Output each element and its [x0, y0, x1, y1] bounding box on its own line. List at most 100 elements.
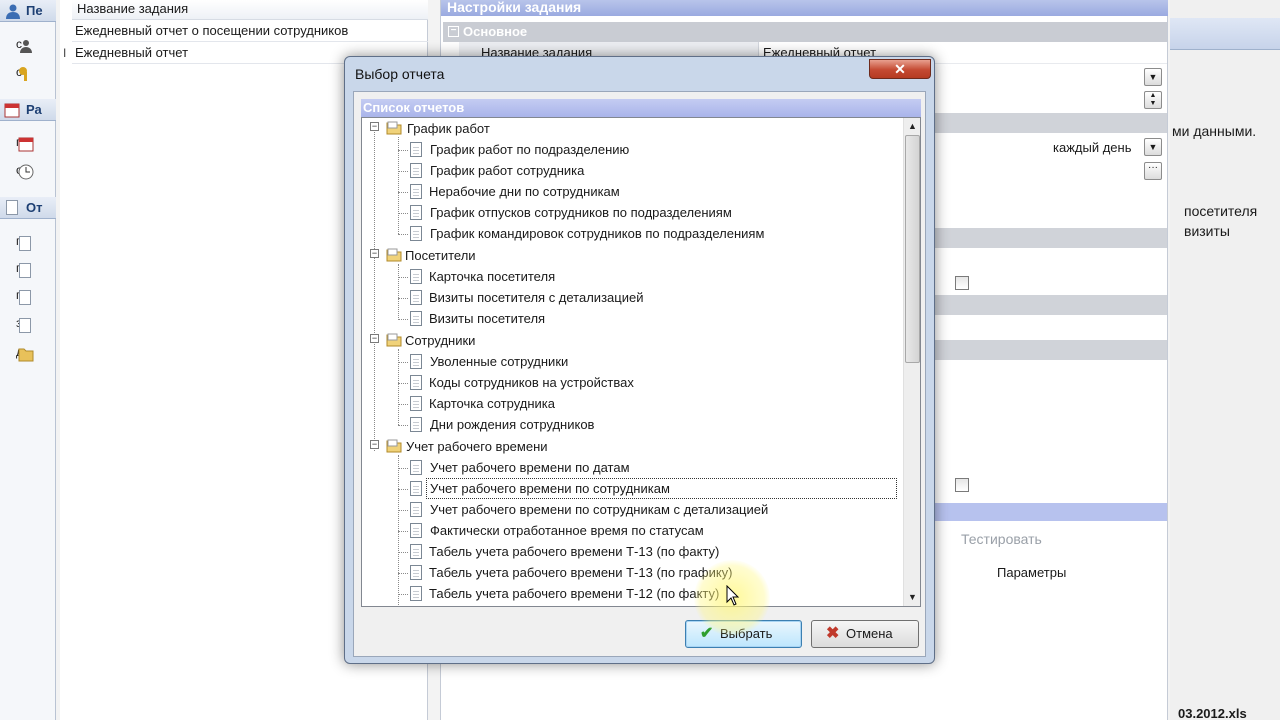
report-selection-dialog: Выбор отчета ✕ Список отчетов − График р…	[344, 56, 935, 664]
list-item[interactable]: Нерабочие дни по сотрудникам	[429, 181, 620, 202]
right-panel-header	[1170, 18, 1280, 50]
tree-group-visitors[interactable]: Посетители	[405, 245, 476, 266]
list-item[interactable]: Карточка сотрудника	[429, 393, 555, 414]
tree-group-employees[interactable]: Сотрудники	[405, 330, 475, 351]
right-panel: ми данными. посетителя визиты 03.2012.xl…	[1170, 0, 1280, 720]
scrollbar-thumb[interactable]	[905, 135, 920, 363]
frequency-value[interactable]: каждый день	[1053, 137, 1131, 158]
collapse-icon[interactable]: −	[370, 249, 379, 258]
tree-connector	[398, 234, 408, 235]
document-icon	[410, 311, 422, 326]
tree-connector	[398, 510, 408, 511]
document-icon	[19, 263, 31, 278]
cancel-button-label: Отмена	[846, 626, 893, 641]
tree-connector	[398, 192, 408, 193]
right-panel-text: посетителя	[1184, 203, 1258, 219]
task-column-header[interactable]: Название задания	[72, 0, 428, 20]
document-icon	[410, 205, 422, 220]
list-item[interactable]: Коды сотрудников на устройствах	[429, 372, 634, 393]
tree-group-time-tracking[interactable]: Учет рабочего времени	[406, 436, 548, 457]
tree-connector	[398, 573, 408, 574]
arrow-up-icon[interactable]: ▲	[904, 118, 920, 135]
collapse-icon[interactable]: −	[370, 440, 379, 449]
tree-connector	[398, 171, 408, 172]
document-icon	[410, 354, 422, 369]
folder-icon	[386, 121, 402, 135]
list-item[interactable]: Табель учета рабочего времени Т-13 (по ф…	[429, 541, 719, 562]
tree-scrollbar[interactable]: ▲ ▼	[903, 118, 920, 606]
list-item-selected[interactable]: Учет рабочего времени по сотрудникам	[426, 478, 897, 499]
folder-icon	[18, 348, 34, 362]
document-icon	[410, 565, 422, 580]
nav-header-label: Пе	[26, 3, 43, 18]
cancel-button[interactable]: ✖ Отмена	[811, 620, 919, 648]
list-item[interactable]: Визиты посетителя	[429, 308, 545, 329]
dropdown-button[interactable]: ▼	[1144, 68, 1162, 86]
document-icon	[410, 523, 422, 538]
list-item[interactable]: Визиты посетителя с детализацией	[429, 287, 643, 308]
list-item[interactable]: Учет рабочего времени по датам	[430, 457, 630, 478]
list-item[interactable]: Уволенные сотрудники	[430, 351, 568, 372]
checkbox[interactable]	[955, 276, 969, 290]
list-item[interactable]: График работ по подразделению	[430, 139, 629, 160]
params-column-header[interactable]: Параметры	[997, 565, 1066, 580]
nav-header-label: От	[26, 200, 43, 215]
spin-button[interactable]: ▲ ▼	[1144, 91, 1162, 109]
file-name[interactable]: 03.2012.xls	[1178, 706, 1247, 720]
person-icon	[6, 4, 20, 19]
tree-connector	[398, 349, 399, 425]
dropdown-button[interactable]: ▼	[1144, 138, 1162, 156]
tree-connector	[398, 552, 408, 553]
arrow-down-icon[interactable]: ▼	[904, 589, 920, 606]
list-item[interactable]: Карточка посетителя	[429, 266, 555, 287]
checkbox[interactable]	[955, 478, 969, 492]
group-main[interactable]: − Основное	[443, 22, 1167, 42]
folder-icon	[386, 248, 402, 262]
close-button[interactable]: ✕	[869, 59, 931, 79]
report-tree: − График работ График работ по подраздел…	[361, 117, 921, 607]
list-item[interactable]: График командировок сотрудников по подра…	[430, 223, 764, 244]
document-icon	[410, 481, 422, 496]
list-item[interactable]: Фактически отработанное время по статуса…	[430, 520, 704, 541]
document-icon	[410, 375, 422, 390]
tree-connector	[398, 468, 408, 469]
collapse-icon[interactable]: −	[448, 26, 459, 37]
key-icon	[19, 67, 27, 81]
tree-connector	[398, 319, 408, 320]
document-icon	[410, 502, 422, 517]
ellipsis-button[interactable]: ···	[1144, 162, 1162, 180]
right-panel-text: ми данными.	[1172, 123, 1257, 139]
tree-connector	[398, 594, 408, 595]
list-item[interactable]: Дни рождения сотрудников	[430, 414, 594, 435]
list-item[interactable]: Табель учета рабочего времени Т-13 (по г…	[429, 562, 733, 583]
dialog-body: Список отчетов − График работ График раб…	[353, 91, 926, 657]
document-icon	[410, 184, 422, 199]
collapse-icon[interactable]: −	[370, 122, 379, 131]
calendar-icon	[4, 103, 20, 118]
document-icon	[410, 544, 422, 559]
list-item[interactable]: График отпусков сотрудников по подраздел…	[430, 202, 732, 223]
right-panel-text: визиты	[1184, 223, 1230, 239]
document-icon	[19, 236, 31, 251]
checkmark-icon: ✔	[700, 625, 714, 642]
document-icon	[410, 417, 422, 432]
collapse-icon[interactable]: −	[370, 334, 379, 343]
list-item[interactable]: Учет рабочего времени по сотрудникам с д…	[430, 499, 768, 520]
dialog-title: Выбор отчета	[355, 66, 445, 82]
document-icon	[410, 290, 422, 305]
tree-group-schedules[interactable]: График работ	[407, 118, 490, 139]
list-item[interactable]: График работ сотрудника	[430, 160, 584, 181]
document-icon	[6, 200, 18, 215]
tree-connector	[398, 362, 408, 363]
folder-icon	[386, 439, 402, 453]
text-cursor-icon: I	[63, 46, 67, 60]
select-button-label: Выбрать	[720, 626, 773, 641]
document-icon	[410, 396, 422, 411]
tree-connector	[398, 277, 408, 278]
table-row[interactable]: Ежедневный отчет о посещении сотрудников	[72, 20, 428, 42]
list-item[interactable]: Табель учета рабочего времени Т-12 (по ф…	[429, 583, 719, 604]
test-button[interactable]: Тестировать	[961, 531, 1042, 547]
select-button[interactable]: ✔ Выбрать	[685, 620, 802, 648]
tree-connector	[398, 150, 408, 151]
clock-icon	[18, 164, 34, 180]
